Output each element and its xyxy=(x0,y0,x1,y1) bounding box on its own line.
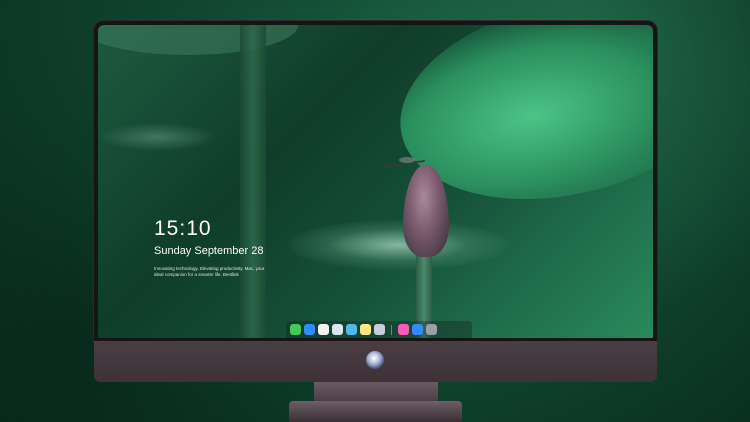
music-icon[interactable] xyxy=(398,324,409,335)
screen: 15:10 Sunday September 28 Innovating tec… xyxy=(98,25,653,338)
monitor-stand-neck xyxy=(314,382,438,402)
clapper-icon[interactable] xyxy=(346,324,357,335)
monitor-stand-base xyxy=(289,401,462,422)
preview-icon[interactable] xyxy=(332,324,343,335)
monitor-bezel: 15:10 Sunday September 28 Innovating tec… xyxy=(94,21,657,341)
wallpaper-leaf-top xyxy=(98,25,298,55)
notes-icon[interactable] xyxy=(360,324,371,335)
messages-icon[interactable] xyxy=(290,324,301,335)
monitor: 15:10 Sunday September 28 Innovating tec… xyxy=(94,21,657,382)
clock-icon[interactable] xyxy=(318,324,329,335)
camera-icon[interactable] xyxy=(426,324,437,335)
wallpaper-glow-left xyxy=(98,123,218,151)
wallpaper-glow xyxy=(288,220,508,270)
clock-slogan: Innovating technology, Elevating product… xyxy=(154,266,265,277)
photos-icon[interactable] xyxy=(374,324,385,335)
finder-icon[interactable] xyxy=(304,324,315,335)
clock-date: Sunday September 28 xyxy=(154,245,264,257)
dock-separator xyxy=(391,324,392,335)
dock xyxy=(286,321,472,338)
monitor-chin xyxy=(94,341,657,382)
app-store-icon[interactable] xyxy=(412,324,423,335)
clock-time: 15:10 xyxy=(154,217,212,240)
wallpaper-dragonfly xyxy=(381,157,427,169)
wallpaper-stem xyxy=(240,25,266,338)
brand-logo-icon xyxy=(366,351,384,369)
lockscreen-clock: 15:10 Sunday September 28 Innovating tec… xyxy=(154,217,274,278)
